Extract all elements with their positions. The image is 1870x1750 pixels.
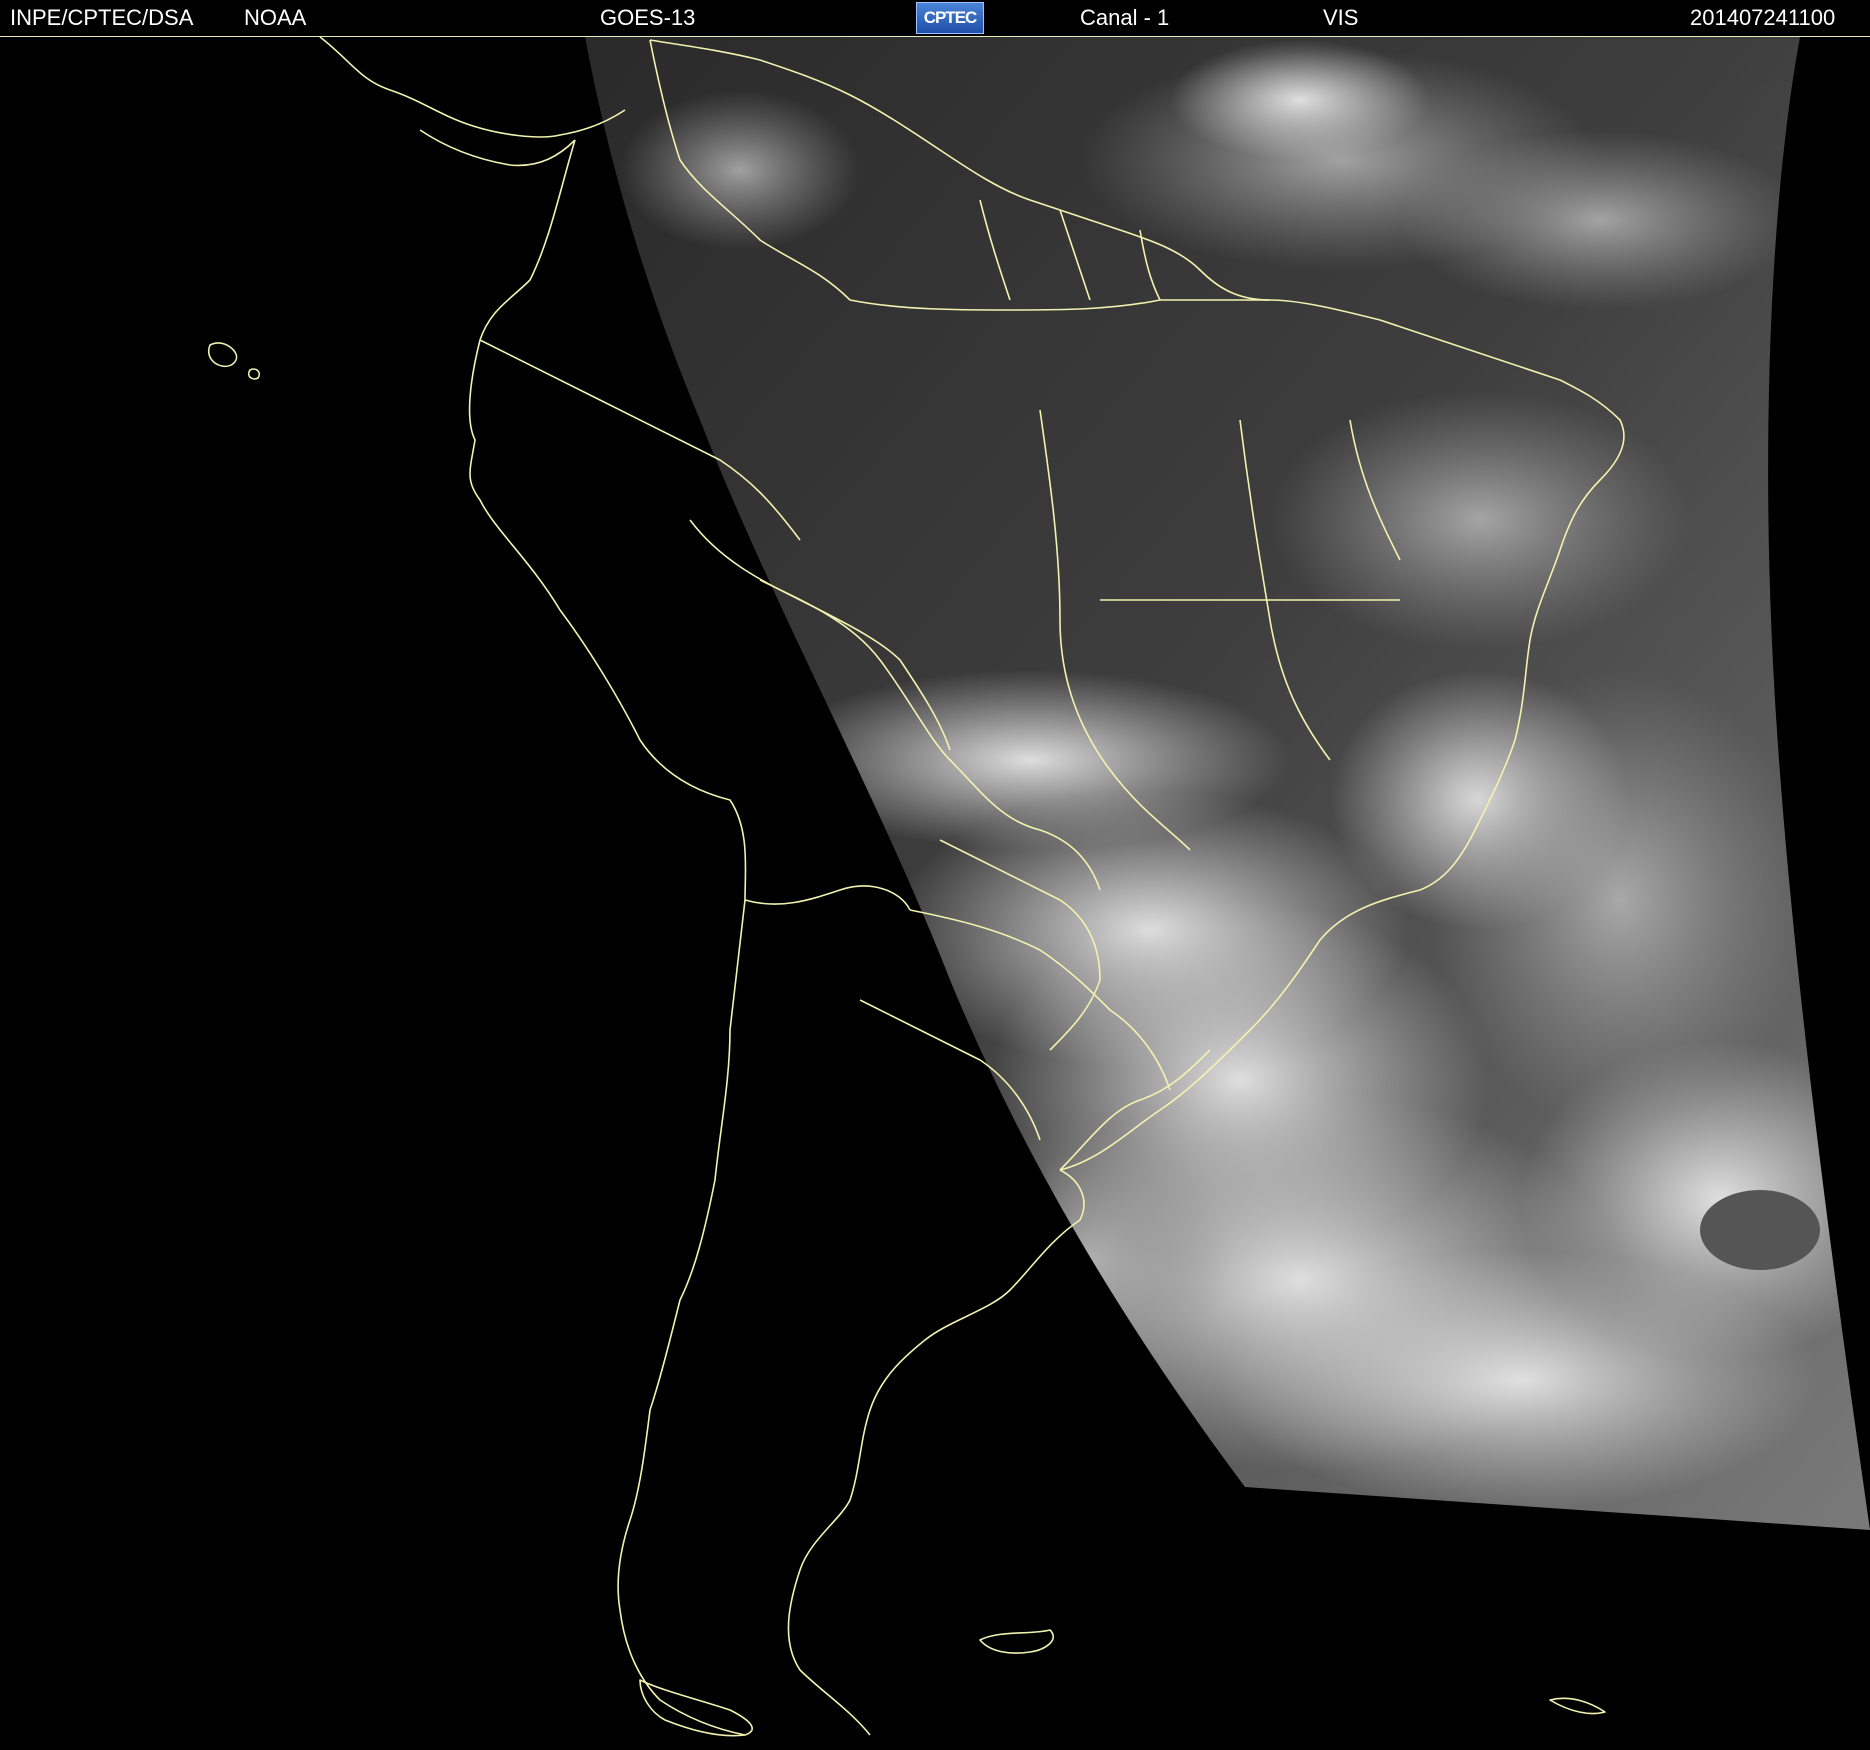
- cptec-logo-icon: CPTEC: [916, 2, 984, 34]
- agency-label: INPE/CPTEC/DSA: [10, 5, 194, 30]
- header-bar: INPE/CPTEC/DSA NOAA GOES-13 CPTEC Canal …: [0, 0, 1870, 37]
- central-america-outline-south: [419, 129, 576, 167]
- tierra-del-fuego: [639, 1679, 753, 1737]
- satellite-label: GOES-13: [600, 5, 696, 30]
- source-label: NOAA: [244, 5, 307, 30]
- satellite-map: [207, 37, 1870, 1737]
- timestamp-label: 201407241100: [1690, 5, 1836, 30]
- central-america-outline: [319, 37, 626, 138]
- border-argentina-chile: [744, 885, 911, 911]
- falkland-islands: [979, 1629, 1054, 1654]
- band-label: VIS: [1323, 5, 1359, 30]
- imaged-swath: [585, 37, 1870, 1530]
- south-georgia: [1549, 1697, 1606, 1715]
- galapagos-islands: [207, 342, 261, 380]
- logo-text: CPTEC: [923, 8, 978, 27]
- channel-label: Canal - 1: [1080, 5, 1170, 30]
